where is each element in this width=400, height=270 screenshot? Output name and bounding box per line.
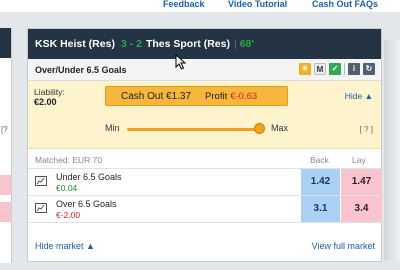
market-card: KSK Heist (Res) 3 - 2 Thes Sport (Res) |… [27,28,382,262]
adjacent-lay-cell[interactable] [0,175,11,195]
back-odds-cell[interactable]: 1.42 [301,169,340,195]
caret-up-icon: ▲ [86,241,95,251]
adjacent-card-header [0,28,11,58]
slider-min-label: Min [105,123,120,133]
runner-name: Over 6.5 Goals [56,199,117,209]
caret-up-icon: ▲ [364,91,373,101]
chart-icon[interactable] [35,203,47,213]
chart-icon[interactable] [35,176,47,186]
profit-value: €-0.63 [230,90,258,102]
match-minute: 68' [239,38,254,50]
back-header: Back [310,155,329,165]
market-footer: Hide market ▲ View full market [28,231,381,261]
market-icons: ☀ M ✓ i ↻ [299,63,375,75]
mouse-pointer-icon [175,54,187,70]
market-subheader: Over/Under 6.5 Goals ☀ M ✓ i ↻ [28,59,381,81]
lay-odds-cell[interactable]: 1.47 [341,169,382,195]
help-link[interactable]: [ ? ] [360,125,373,134]
home-team: KSK Heist (Res) [35,38,115,50]
view-full-market-link[interactable]: View full market [312,241,375,251]
runner-profit: €-2.00 [56,210,81,220]
adjacent-market-card: [? [0,28,12,263]
lay-odds-cell[interactable]: 3.4 [341,196,382,222]
icon-divider [344,63,345,75]
hide-cashout-link[interactable]: Hide ▲ [345,91,373,101]
refresh-icon[interactable]: ↻ [363,63,375,75]
runner-profit: €0.04 [56,183,78,193]
hide-market-label: Hide market [35,241,84,251]
profit-label: Profit [205,90,228,102]
runner-row: Over 6.5 Goals €-2.00 3.1 3.4 [28,196,382,223]
away-team: Thes Sport (Res) [145,38,230,50]
matched-amount: Matched: EUR 70 [35,155,103,165]
adjacent-lay-cell[interactable] [0,202,11,222]
top-links: Feedback Video Tutorial Cash Out FAQs [0,0,400,12]
odds-column-header: Matched: EUR 70 Back Lay [28,149,381,169]
runner-row: Under 6.5 Goals €0.04 1.42 1.47 [28,169,382,196]
back-odds-cell[interactable]: 3.1 [301,196,340,222]
cash-out-button[interactable]: Cash Out €1.37 Profit €-0.63 [105,86,288,106]
multiples-icon[interactable]: M [314,63,326,75]
cash-out-label: Cash Out €1.37 [121,90,192,102]
adjacent-help: [? [1,125,8,134]
cash-out-faqs-link[interactable]: Cash Out FAQs [312,0,378,9]
info-icon[interactable]: i [348,63,360,75]
right-edge-shadow [384,40,400,260]
market-name: Over/Under 6.5 Goals [35,64,127,75]
check-icon[interactable]: ✓ [329,63,341,75]
cashout-slider-thumb[interactable] [254,123,265,134]
video-tutorial-link[interactable]: Video Tutorial [228,0,287,9]
score: 3 - 2 [120,38,142,50]
hide-label: Hide [344,91,363,101]
lay-header: Lay [352,155,366,165]
event-header[interactable]: KSK Heist (Res) 3 - 2 Thes Sport (Res) |… [28,29,381,59]
cashout-panel: Liability: €2.00 Cash Out €1.37 Profit €… [28,81,381,149]
runner-name: Under 6.5 Goals [56,172,122,182]
sun-icon[interactable]: ☀ [299,63,311,75]
liability-value: €2.00 [34,97,57,107]
cashout-slider-track[interactable] [127,128,261,131]
hide-market-link[interactable]: Hide market ▲ [35,241,95,251]
header-separator: | [233,38,237,50]
feedback-link[interactable]: Feedback [163,0,205,9]
liability-label: Liability: [34,87,65,97]
slider-max-label: Max [271,123,289,133]
